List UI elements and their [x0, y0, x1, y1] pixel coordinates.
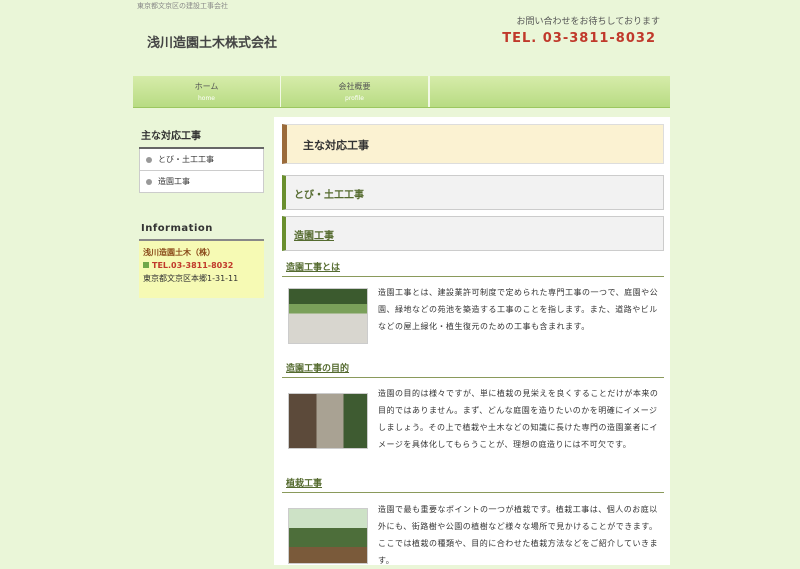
sidebar-item-label: 造園工事 [158, 177, 190, 186]
zen-garden-photo [288, 288, 368, 344]
sidebar-title: 主な対応工事 [139, 127, 264, 149]
section-text: 造園で最も重要なポイントの一つが植栽です。植栽工事は、個人のお庭以外にも、街路樹… [378, 505, 659, 565]
section-heading[interactable]: 植栽工事 [282, 476, 664, 493]
info-box: 浅川造園土木（株） TEL.03-3811-8032 東京都文京区本郷1-31-… [139, 241, 264, 298]
bullet-icon [146, 156, 152, 163]
sidebar-list: とび・土工工事 造園工事 [139, 149, 264, 193]
header-phone: TEL. 03-3811-8032 [502, 31, 656, 46]
section-zouen-link[interactable]: 造園工事 [282, 216, 664, 251]
main-content: 主な対応工事 とび・土工工事 造園工事 造園工事とは 造園工事とは、建設業許可制… [274, 117, 670, 565]
main-nav: ホーム home 会社概要 profile [133, 76, 670, 108]
nav-home-sub: home [197, 95, 215, 102]
planting-photo [288, 508, 368, 564]
contact-note: お問い合わせをお待ちしております [516, 17, 660, 27]
nav-profile[interactable]: 会社概要 profile [281, 76, 429, 107]
nav-home[interactable]: ホーム home [133, 76, 281, 107]
nav-profile-label: 会社概要 [338, 82, 371, 91]
sidebar-item-label: とび・土工工事 [158, 155, 214, 164]
page-title: 主な対応工事 [282, 124, 664, 164]
site-tagline: 東京都文京区の建設工事会社 [137, 2, 228, 10]
info-company: 浅川造園土木（株） [143, 248, 215, 257]
garden-stone-photo [288, 393, 368, 449]
nav-home-label: ホーム [194, 82, 219, 91]
section-text: 造園の目的は様々ですが、単に植栽の見栄えを良くすることだけが本来の目的ではありま… [378, 389, 659, 449]
info-tel: TEL.03-3811-8032 [152, 261, 234, 270]
section-heading[interactable]: 造園工事の目的 [282, 361, 664, 378]
bullet-icon [146, 178, 152, 185]
phone-square-icon [143, 262, 149, 268]
section-tobi-heading: とび・土工工事 [282, 175, 664, 210]
nav-empty-slot [429, 76, 670, 107]
company-name[interactable]: 浅川造園土木株式会社 [147, 32, 277, 51]
info-tel-line: TEL.03-3811-8032 [143, 259, 261, 272]
sidebar: 主な対応工事 とび・土工工事 造園工事 Information 浅川造園土木（株… [139, 127, 264, 298]
section-text: 造園工事とは、建設業許可制度で定められた専門工事の一つで、庭園や公園、緑地などの… [378, 288, 659, 331]
info-title: Information [139, 223, 264, 241]
nav-profile-sub: profile [345, 95, 364, 102]
sidebar-item-tobi[interactable]: とび・土工工事 [140, 149, 263, 171]
section-heading[interactable]: 造園工事とは [282, 260, 664, 277]
sidebar-item-zouen[interactable]: 造園工事 [140, 171, 263, 192]
info-address: 東京都文京区本郷1-31-11 [143, 274, 239, 283]
